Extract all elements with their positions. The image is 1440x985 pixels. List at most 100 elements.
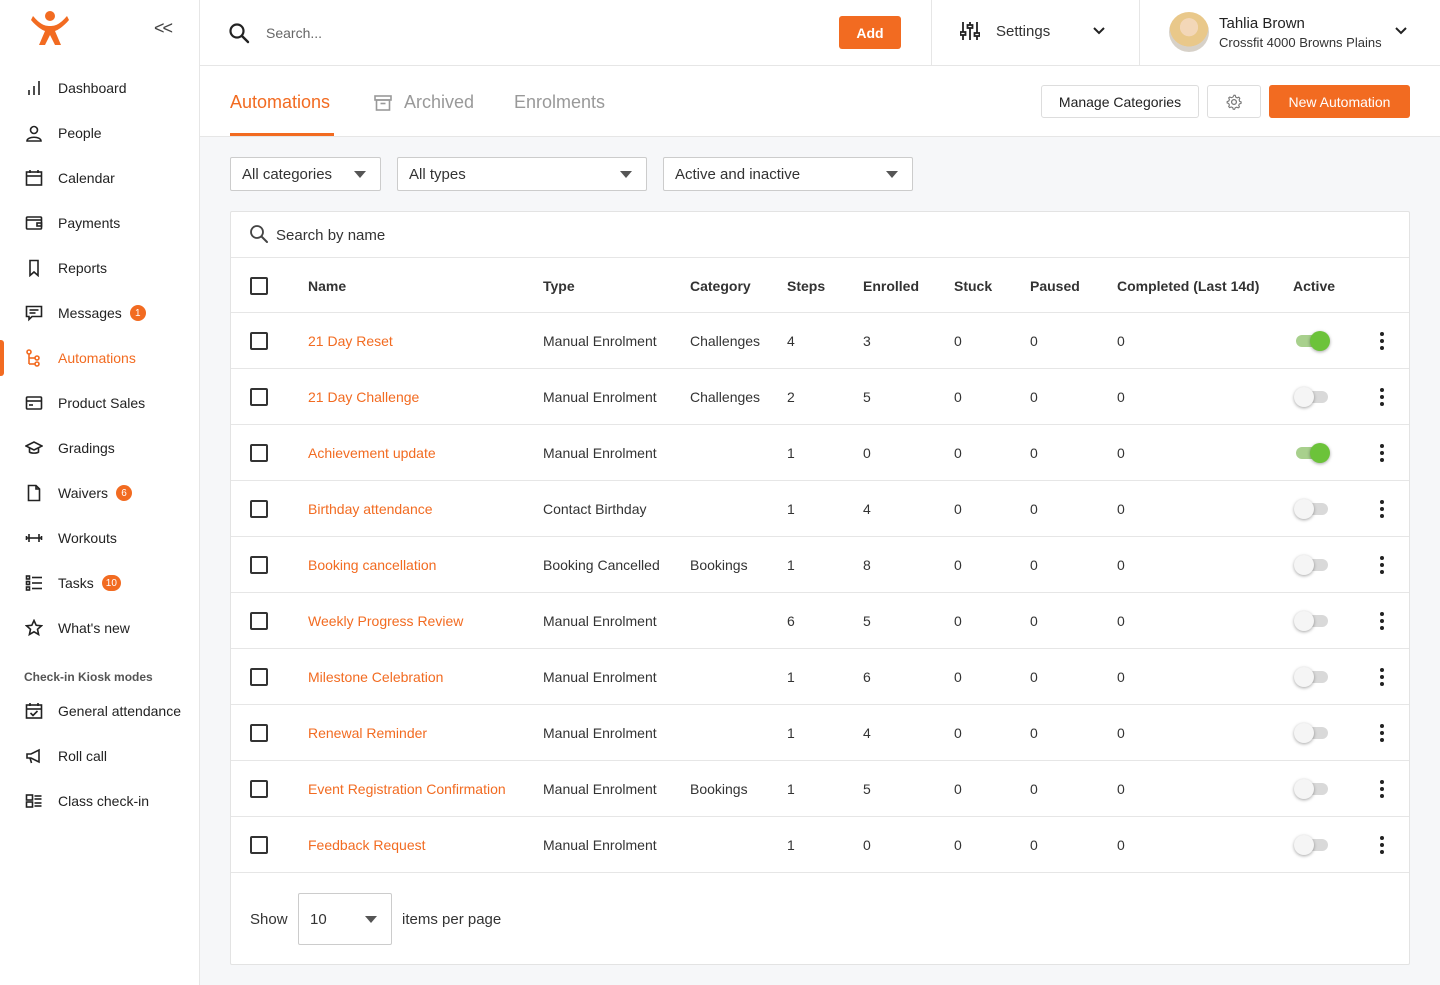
sidebar-item-automations[interactable]: Automations	[0, 338, 200, 378]
items-per-page-value: 10	[310, 910, 327, 928]
active-toggle[interactable]	[1294, 499, 1330, 519]
user-name[interactable]: Tahlia Brown	[1219, 15, 1305, 32]
sidebar-item-messages[interactable]: Messages 1	[0, 293, 200, 333]
row-checkbox[interactable]	[250, 724, 268, 742]
sidebar-item-class-check-in[interactable]: Class check-in	[0, 781, 200, 821]
column-header-active[interactable]: Active	[1293, 278, 1335, 294]
sidebar-item-roll-call[interactable]: Roll call	[0, 736, 200, 776]
notification-badge: 10	[101, 575, 121, 591]
sidebar-item-waivers[interactable]: Waivers 6	[0, 473, 200, 513]
sidebar-item-workouts[interactable]: Workouts	[0, 518, 200, 558]
sidebar-item-reports[interactable]: Reports	[0, 248, 200, 288]
type-filter-select[interactable]: All types	[397, 157, 647, 191]
chevron-down-icon[interactable]	[1394, 26, 1408, 36]
automation-name-link[interactable]: Weekly Progress Review	[308, 613, 463, 629]
cell-type: Manual Enrolment	[543, 725, 657, 741]
column-header-category[interactable]: Category	[690, 278, 751, 294]
more-options-icon[interactable]	[1377, 500, 1387, 518]
active-toggle[interactable]	[1294, 387, 1330, 407]
active-toggle[interactable]	[1294, 555, 1330, 575]
more-options-icon[interactable]	[1377, 332, 1387, 350]
more-options-icon[interactable]	[1377, 444, 1387, 462]
sidebar-item-label: Dashboard	[58, 80, 127, 96]
cell-stuck: 0	[954, 389, 962, 405]
active-toggle[interactable]	[1294, 443, 1330, 463]
global-search-input[interactable]	[266, 22, 766, 44]
automation-name-link[interactable]: Booking cancellation	[308, 557, 436, 573]
items-per-page-select[interactable]: 10	[298, 893, 392, 945]
more-options-icon[interactable]	[1377, 388, 1387, 406]
caret-down-icon	[886, 171, 898, 178]
sidebar-item-tasks[interactable]: Tasks 10	[0, 563, 200, 603]
chevron-down-icon[interactable]	[1092, 26, 1106, 36]
user-avatar[interactable]	[1169, 12, 1209, 52]
column-header-paused[interactable]: Paused	[1030, 278, 1080, 294]
automation-name-link[interactable]: Birthday attendance	[308, 501, 433, 517]
row-checkbox[interactable]	[250, 780, 268, 798]
new-automation-button[interactable]: New Automation	[1269, 85, 1410, 118]
column-header-stuck[interactable]: Stuck	[954, 278, 992, 294]
automation-name-link[interactable]: Event Registration Confirmation	[308, 781, 506, 797]
row-checkbox[interactable]	[250, 612, 268, 630]
column-header-completed[interactable]: Completed (Last 14d)	[1117, 278, 1259, 294]
automation-name-link[interactable]: Renewal Reminder	[308, 725, 427, 741]
automation-name-link[interactable]: 21 Day Challenge	[308, 389, 419, 405]
app-logo[interactable]	[30, 10, 70, 46]
more-options-icon[interactable]	[1377, 612, 1387, 630]
row-checkbox[interactable]	[250, 444, 268, 462]
active-toggle[interactable]	[1294, 667, 1330, 687]
category-filter-select[interactable]: All categories	[230, 157, 381, 191]
automation-name-link[interactable]: Achievement update	[308, 445, 436, 461]
active-toggle[interactable]	[1294, 779, 1330, 799]
row-checkbox[interactable]	[250, 556, 268, 574]
collapse-sidebar-icon[interactable]: <<	[154, 18, 173, 39]
sidebar-item-people[interactable]: People	[0, 113, 200, 153]
sidebar-item-calendar[interactable]: Calendar	[0, 158, 200, 198]
more-options-icon[interactable]	[1377, 836, 1387, 854]
row-checkbox[interactable]	[250, 388, 268, 406]
sidebar-item-dashboard[interactable]: Dashboard	[0, 68, 200, 108]
more-options-icon[interactable]	[1377, 780, 1387, 798]
row-checkbox[interactable]	[250, 836, 268, 854]
column-header-steps[interactable]: Steps	[787, 278, 825, 294]
active-toggle[interactable]	[1294, 611, 1330, 631]
more-options-icon[interactable]	[1377, 724, 1387, 742]
tab-enrolments[interactable]: Enrolments	[514, 92, 605, 113]
row-checkbox[interactable]	[250, 500, 268, 518]
column-header-type[interactable]: Type	[543, 278, 575, 294]
automation-name-link[interactable]: Feedback Request	[308, 837, 426, 853]
automation-name-link[interactable]: 21 Day Reset	[308, 333, 393, 349]
active-toggle[interactable]	[1294, 331, 1330, 351]
tab-archived[interactable]: Archived	[374, 92, 474, 113]
more-options-icon[interactable]	[1377, 556, 1387, 574]
sidebar-item-gradings[interactable]: Gradings	[0, 428, 200, 468]
row-checkbox[interactable]	[250, 668, 268, 686]
select-all-checkbox[interactable]	[250, 277, 268, 295]
sidebar-item-payments[interactable]: Payments	[0, 203, 200, 243]
sidebar-item-general-attendance[interactable]: General attendance	[0, 691, 200, 731]
cell-stuck: 0	[954, 557, 962, 573]
table-search-input[interactable]	[276, 224, 676, 246]
more-options-icon[interactable]	[1377, 668, 1387, 686]
cell-completed: 0	[1117, 389, 1125, 405]
automation-settings-button[interactable]	[1207, 85, 1261, 118]
active-toggle[interactable]	[1294, 835, 1330, 855]
tab-automations[interactable]: Automations	[230, 92, 330, 113]
add-button[interactable]: Add	[839, 16, 901, 49]
settings-menu[interactable]: Settings	[960, 20, 1050, 42]
sidebar-item-product-sales[interactable]: Product Sales	[0, 383, 200, 423]
toggle-knob	[1310, 331, 1330, 351]
active-toggle[interactable]	[1294, 723, 1330, 743]
automation-icon	[24, 348, 44, 368]
manage-categories-button[interactable]: Manage Categories	[1041, 85, 1199, 118]
automation-name-link[interactable]: Milestone Celebration	[308, 669, 443, 685]
cell-category: Challenges	[690, 333, 761, 349]
column-header-enrolled[interactable]: Enrolled	[863, 278, 919, 294]
message-icon	[24, 303, 44, 323]
sidebar-item-what-s-new[interactable]: What's new	[0, 608, 200, 648]
status-filter-select[interactable]: Active and inactive	[663, 157, 913, 191]
row-checkbox[interactable]	[250, 332, 268, 350]
column-header-name[interactable]: Name	[308, 278, 346, 294]
cell-paused: 0	[1030, 613, 1038, 629]
cell-type: Manual Enrolment	[543, 669, 657, 685]
